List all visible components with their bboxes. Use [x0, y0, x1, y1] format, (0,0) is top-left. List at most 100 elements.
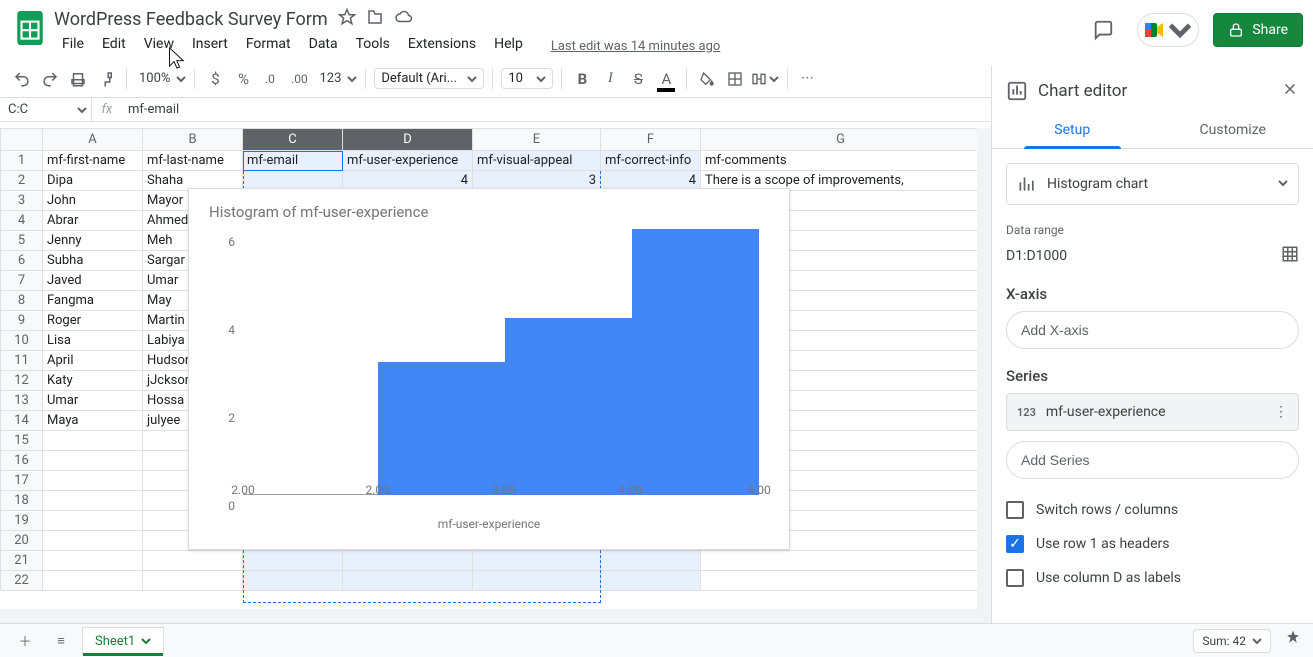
- cell[interactable]: Maya: [43, 411, 143, 431]
- row-header[interactable]: 5: [1, 231, 43, 251]
- cell[interactable]: Lisa: [43, 331, 143, 351]
- menu-view[interactable]: View: [136, 34, 182, 54]
- cell[interactable]: John: [43, 191, 143, 211]
- embedded-chart[interactable]: Histogram of mf-user-experience 6 4 2 0 …: [188, 188, 790, 550]
- cell[interactable]: [601, 571, 701, 591]
- menu-data[interactable]: Data: [301, 34, 346, 54]
- cell[interactable]: [601, 551, 701, 571]
- row-header[interactable]: 14: [1, 411, 43, 431]
- number-format-dropdown[interactable]: 123: [315, 71, 357, 86]
- series-item[interactable]: 123 mf-user-experience ⋮: [1006, 393, 1299, 431]
- menu-tools[interactable]: Tools: [348, 34, 398, 54]
- cell[interactable]: [143, 571, 243, 591]
- merge-cells-dropdown[interactable]: [751, 71, 779, 87]
- col-header-C[interactable]: C: [243, 129, 343, 151]
- zoom-dropdown[interactable]: 100%: [135, 71, 186, 86]
- cell[interactable]: Jenny: [43, 231, 143, 251]
- cell[interactable]: [43, 451, 143, 471]
- row-header[interactable]: 6: [1, 251, 43, 271]
- cell[interactable]: April: [43, 351, 143, 371]
- cloud-status-icon[interactable]: [394, 8, 414, 30]
- cell[interactable]: Dipa: [43, 171, 143, 191]
- menu-file[interactable]: File: [54, 34, 92, 54]
- comments-icon[interactable]: [1083, 10, 1123, 50]
- vertical-scrollbar[interactable]: [977, 128, 991, 623]
- row-header[interactable]: 15: [1, 431, 43, 451]
- cell[interactable]: [43, 491, 143, 511]
- row-header[interactable]: 17: [1, 471, 43, 491]
- cell[interactable]: [701, 551, 981, 571]
- cell[interactable]: [43, 471, 143, 491]
- menu-format[interactable]: Format: [238, 34, 299, 54]
- row-header[interactable]: 2: [1, 171, 43, 191]
- select-range-icon[interactable]: [1281, 245, 1299, 267]
- undo-icon[interactable]: [10, 67, 34, 91]
- row1-headers-checkbox[interactable]: ✓ Use row 1 as headers: [1006, 527, 1299, 561]
- col-header-B[interactable]: B: [143, 129, 243, 151]
- bold-icon[interactable]: B: [570, 67, 594, 91]
- row-header[interactable]: 3: [1, 191, 43, 211]
- close-icon[interactable]: [1281, 80, 1299, 102]
- row-header[interactable]: 11: [1, 351, 43, 371]
- col-header-D[interactable]: D: [343, 129, 473, 151]
- last-edit-link[interactable]: Last edit was 14 minutes ago: [551, 39, 721, 54]
- row-header[interactable]: 18: [1, 491, 43, 511]
- row-header[interactable]: 21: [1, 551, 43, 571]
- name-box[interactable]: C:C: [0, 98, 92, 121]
- cell[interactable]: [343, 551, 473, 571]
- row-header[interactable]: 13: [1, 391, 43, 411]
- cell[interactable]: mf-email: [243, 151, 343, 171]
- cell[interactable]: [473, 571, 601, 591]
- quick-sum[interactable]: Sum: 42: [1193, 629, 1271, 653]
- tab-customize[interactable]: Customize: [1153, 112, 1313, 148]
- more-toolbar-icon[interactable]: ⋯: [796, 67, 820, 91]
- menu-edit[interactable]: Edit: [94, 34, 134, 54]
- cell[interactable]: [143, 551, 243, 571]
- row-header[interactable]: 4: [1, 211, 43, 231]
- cell[interactable]: mf-visual-appeal: [473, 151, 601, 171]
- row-header[interactable]: 12: [1, 371, 43, 391]
- italic-icon[interactable]: I: [598, 67, 622, 91]
- menu-insert[interactable]: Insert: [184, 34, 236, 54]
- cell[interactable]: mf-correct-info: [601, 151, 701, 171]
- switch-rows-checkbox[interactable]: Switch rows / columns: [1006, 493, 1299, 527]
- redo-icon[interactable]: [38, 67, 62, 91]
- cell[interactable]: mf-first-name: [43, 151, 143, 171]
- row-header[interactable]: 20: [1, 531, 43, 551]
- currency-icon[interactable]: $: [203, 67, 227, 91]
- select-all-corner[interactable]: [1, 129, 43, 151]
- row-header[interactable]: 7: [1, 271, 43, 291]
- row-header[interactable]: 19: [1, 511, 43, 531]
- cell[interactable]: [243, 571, 343, 591]
- cell[interactable]: Subha: [43, 251, 143, 271]
- menu-extensions[interactable]: Extensions: [400, 34, 484, 54]
- percent-icon[interactable]: %: [231, 67, 255, 91]
- cell[interactable]: Roger: [43, 311, 143, 331]
- row-header[interactable]: 22: [1, 571, 43, 591]
- strike-icon[interactable]: S: [626, 67, 650, 91]
- row-header[interactable]: 16: [1, 451, 43, 471]
- menu-help[interactable]: Help: [486, 34, 531, 54]
- row-header[interactable]: 1: [1, 151, 43, 171]
- cell[interactable]: Javed: [43, 271, 143, 291]
- cell[interactable]: Katy: [43, 371, 143, 391]
- cell[interactable]: Umar: [43, 391, 143, 411]
- document-title[interactable]: WordPress Feedback Survey Form: [54, 9, 328, 30]
- fill-color-icon[interactable]: [695, 67, 719, 91]
- print-icon[interactable]: [66, 67, 90, 91]
- sheet-tab-1[interactable]: Sheet1: [82, 627, 164, 655]
- star-icon[interactable]: [338, 8, 356, 30]
- cell[interactable]: mf-user-experience: [343, 151, 473, 171]
- cell[interactable]: [343, 571, 473, 591]
- cell[interactable]: [473, 551, 601, 571]
- paint-format-icon[interactable]: [94, 67, 118, 91]
- col-header-G[interactable]: G: [701, 129, 981, 151]
- series-more-icon[interactable]: ⋮: [1274, 404, 1288, 420]
- increase-decimal-icon[interactable]: .00: [287, 67, 311, 91]
- cell[interactable]: Fangma: [43, 291, 143, 311]
- text-color-icon[interactable]: A: [654, 67, 678, 91]
- cell[interactable]: mf-last-name: [143, 151, 243, 171]
- add-series-button[interactable]: Add Series: [1006, 441, 1299, 479]
- col-labels-checkbox[interactable]: Use column D as labels: [1006, 561, 1299, 595]
- cell[interactable]: [43, 511, 143, 531]
